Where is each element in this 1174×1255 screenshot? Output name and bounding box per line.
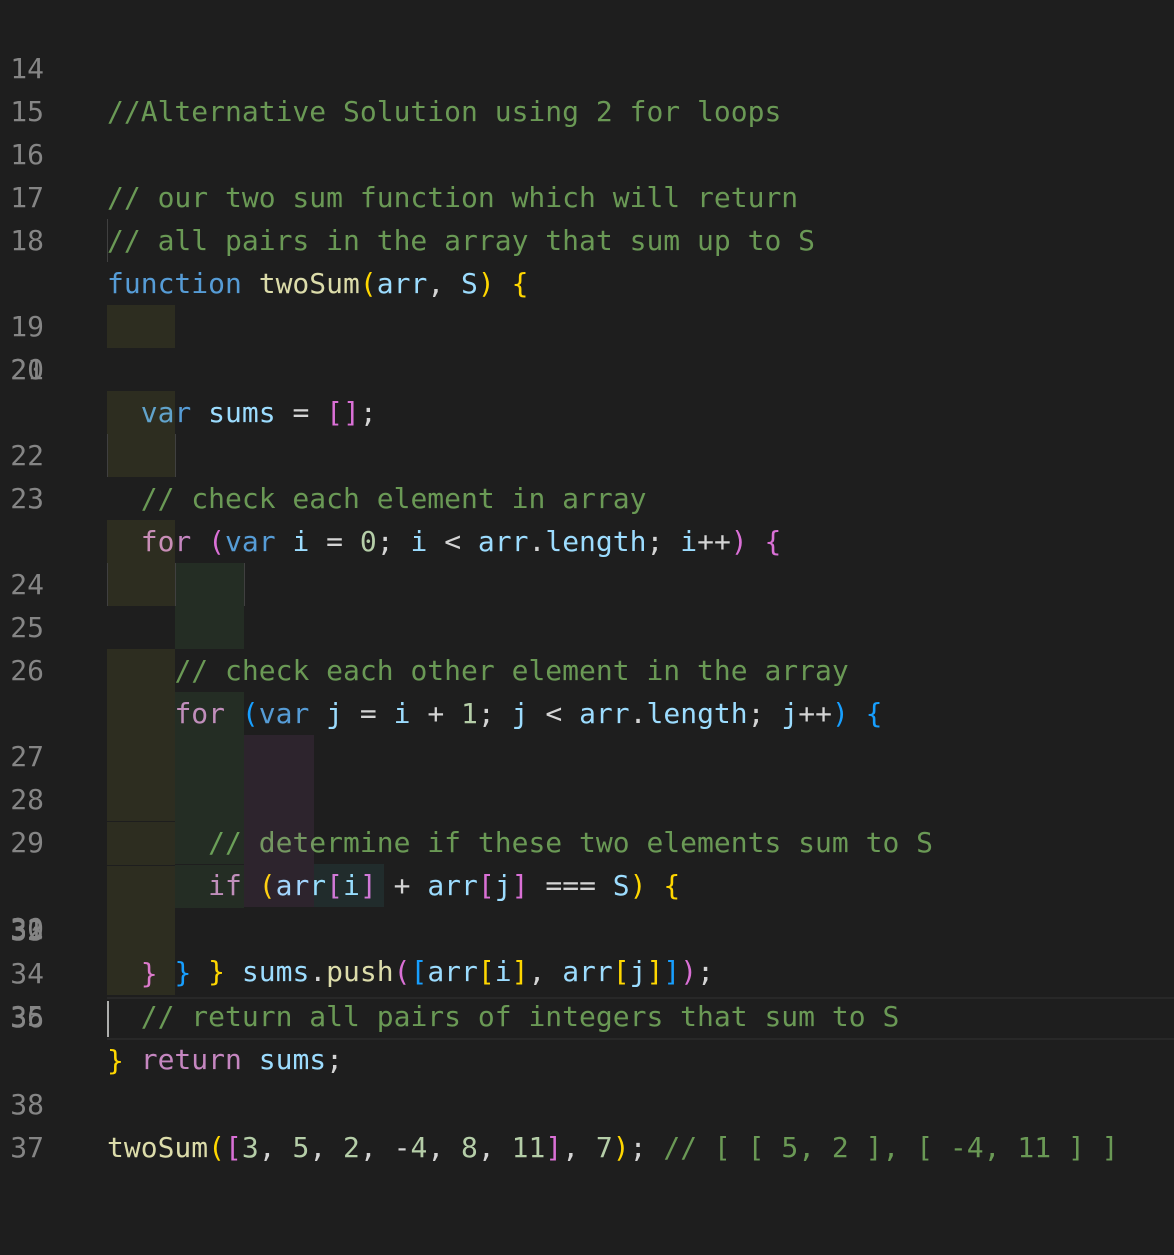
current-line-highlight (107, 997, 1174, 1040)
indent-guide (107, 563, 108, 606)
code-line[interactable]: 15 (0, 47, 1174, 128)
code-line[interactable]: 18 function twoSum(arr, S) { (0, 176, 1174, 300)
code-line[interactable]: 35 return sums; (0, 909, 1174, 1076)
code-line[interactable]: 20 var sums = []; (0, 262, 1174, 429)
indent-guide (175, 434, 176, 477)
code-text: twoSum([3, 5, 2, -4, 8, 11], 7); // [ [ … (107, 1131, 1119, 1164)
code-line[interactable]: 32 } (0, 779, 1174, 989)
code-line[interactable]: 17 // all pairs in the array that sum up… (0, 133, 1174, 257)
text-cursor (107, 1001, 109, 1037)
code-line[interactable]: 22 // check each element in array (0, 348, 1174, 515)
code-line[interactable]: 30 sums.push([arr[i], arr[j]]); (0, 692, 1174, 988)
code-line[interactable]: 23 for (var i = 0; i < arr.length; i++) … (0, 391, 1174, 558)
code-line[interactable]: 19 (0, 219, 1174, 343)
code-line[interactable]: 31 } (0, 735, 1174, 988)
code-line[interactable]: 21 (0, 305, 1174, 386)
code-line[interactable]: 34 // return all pairs of integers that … (0, 866, 1174, 1033)
indent-guide (175, 563, 176, 606)
indent-guide (244, 563, 245, 606)
code-line[interactable]: 29 if (arr[i] + arr[j] === S) { (0, 649, 1174, 902)
code-line[interactable]: 16 // our two sum function which will re… (0, 90, 1174, 214)
code-line[interactable]: 25 // check each other element in the ar… (0, 477, 1174, 687)
code-line[interactable]: 28 // determine if these two elements su… (0, 606, 1174, 859)
code-line[interactable]: 24 (0, 434, 1174, 601)
code-line[interactable]: 27 (0, 563, 1174, 773)
line-number: 38 (10, 1088, 44, 1121)
indent-guide (107, 434, 108, 477)
code-line[interactable]: 14 //Alternative Solution using 2 for lo… (0, 4, 1174, 128)
code-line[interactable]: 38 twoSum([3, 5, 2, -4, 8, 11], 7); // [… (0, 1040, 1174, 1164)
indent-guide (107, 219, 108, 262)
code-line[interactable]: 26 for (var j = i + 1; j < arr.length; j… (0, 520, 1174, 730)
code-line-current[interactable]: 37 (0, 997, 1174, 1164)
code-line[interactable]: 36 } (0, 953, 1174, 1077)
code-line[interactable]: 33 } (0, 823, 1174, 990)
code-editor[interactable]: 14 //Alternative Solution using 2 for lo… (0, 0, 1174, 1164)
